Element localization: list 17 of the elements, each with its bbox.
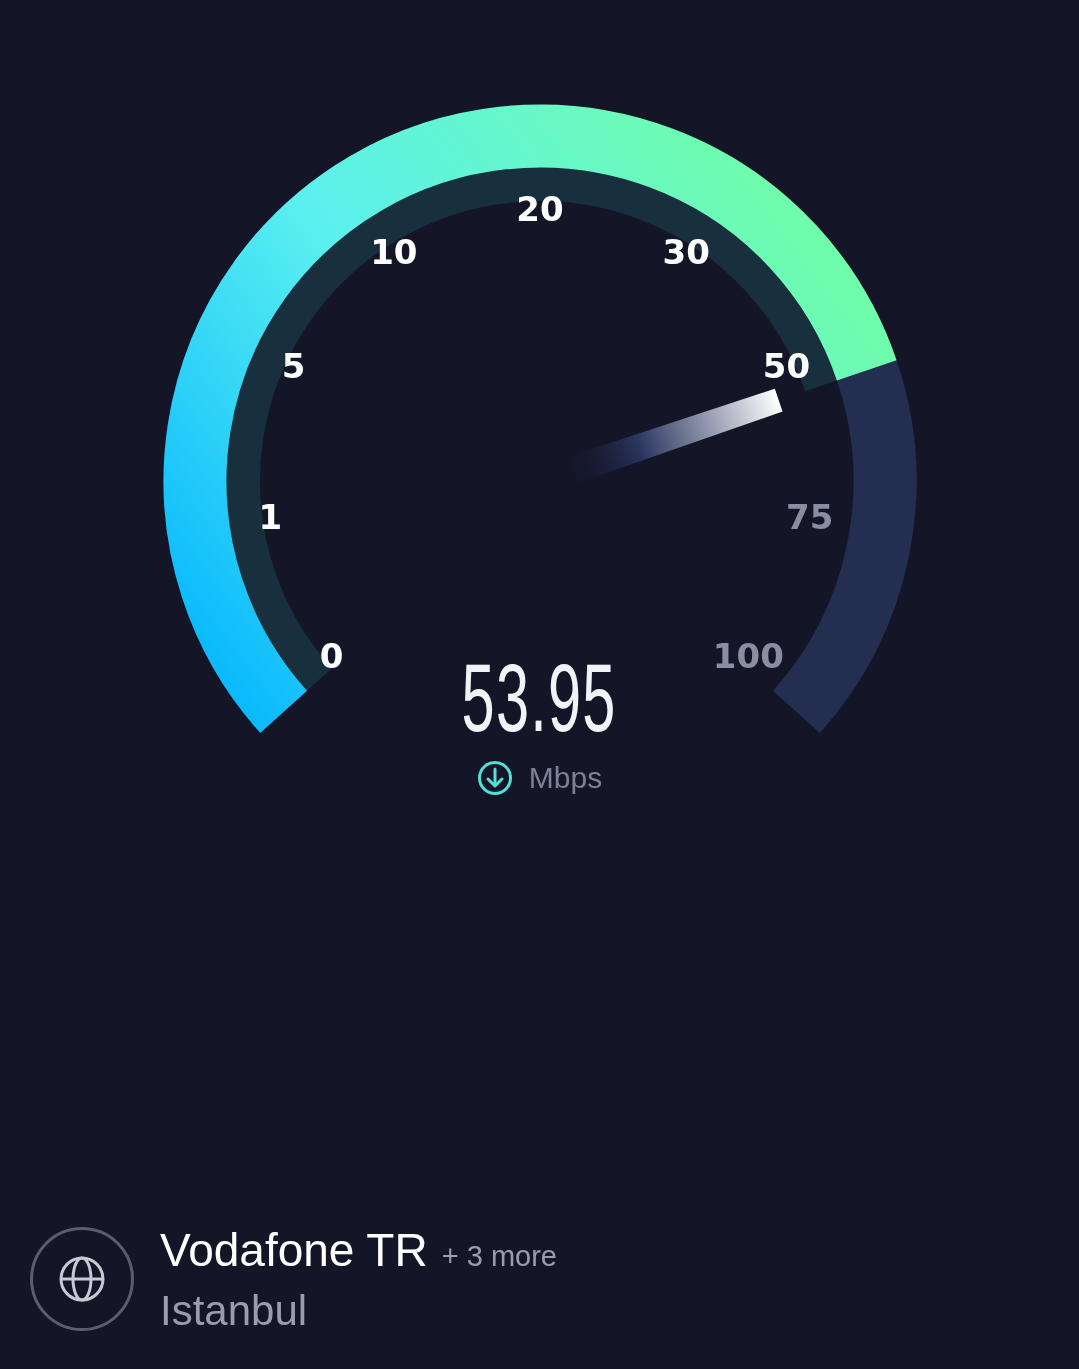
unit-label: Mbps (528, 761, 603, 795)
tick-label: 75 (786, 496, 834, 537)
tick-label: 10 (370, 231, 418, 272)
tick-label: 5 (281, 346, 306, 387)
download-icon (476, 760, 513, 796)
tick-label: 30 (662, 231, 710, 272)
tick-label: 0 (319, 635, 344, 676)
globe-icon (57, 1254, 107, 1304)
tick-label: 100 (712, 635, 784, 676)
more-link[interactable]: + 3 more (441, 1240, 557, 1273)
speed-reading: 53.95 (461, 650, 618, 746)
globe-button[interactable] (30, 1227, 134, 1331)
tick-label: 1 (258, 496, 283, 537)
provider-name: Vodafone TR (160, 1223, 428, 1277)
tick-label: 20 (516, 189, 564, 229)
tick-label: 50 (762, 346, 811, 387)
location-label: Istanbul (160, 1287, 309, 1335)
